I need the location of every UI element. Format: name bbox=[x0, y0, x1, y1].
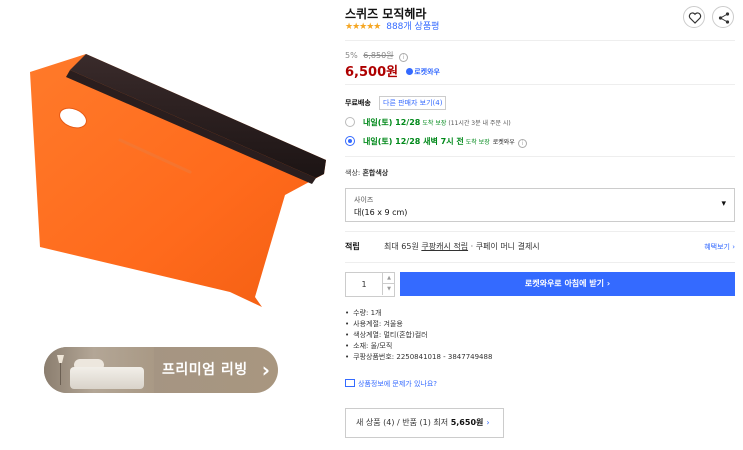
color-row: 색상: 혼합색상 bbox=[345, 168, 388, 178]
arrival-date: 내일(토) 12/28 bbox=[363, 118, 421, 127]
share-button[interactable] bbox=[712, 6, 734, 28]
min-price: 5,650원 bbox=[450, 418, 484, 427]
sale-price: 6,500원 bbox=[345, 65, 399, 80]
arrival-guarantee: 도착 보장 bbox=[465, 139, 490, 146]
radio-button[interactable] bbox=[345, 117, 355, 127]
benefits-link[interactable]: 혜택보기 › bbox=[704, 241, 735, 253]
rating-row[interactable]: ★★★★★ 888개 상품평 bbox=[345, 21, 439, 33]
banner-photo bbox=[44, 347, 154, 393]
delivery-option-1[interactable]: 내일(토) 12/28 도착 보장 (11시간 3분 내 주문 시) bbox=[345, 117, 511, 129]
spec-item: 수량: 1개 bbox=[345, 308, 492, 319]
discount-rate: 5% bbox=[345, 51, 358, 60]
arrival-date: 내일(토) 12/28 새벽 7시 전 bbox=[363, 137, 464, 146]
delivery-option-2[interactable]: 내일(토) 12/28 새벽 7시 전 도착 보장 로켓와우 i bbox=[345, 136, 527, 148]
free-shipping-label: 무료배송 bbox=[345, 99, 371, 107]
lamp-icon bbox=[57, 355, 64, 385]
rocket-icon bbox=[406, 68, 414, 75]
spec-item: 색상계열: 멀티(혼합)컬러 bbox=[345, 330, 492, 341]
original-price: 6,850원 bbox=[363, 51, 394, 60]
star-rating-icon: ★★★★★ bbox=[345, 22, 381, 32]
shipping-row: 무료배송 다른 판매자 보기(4) bbox=[345, 96, 447, 110]
spec-item: 사용계절: 겨울용 bbox=[345, 319, 492, 330]
spec-list: 수량: 1개 사용계절: 겨울용 색상계열: 멀티(혼합)컬러 소재: 울/모직… bbox=[345, 308, 492, 363]
color-value: 혼합색상 bbox=[362, 169, 389, 177]
divider bbox=[345, 231, 735, 232]
spec-item: 쿠팡상품번호: 2250841018 - 3847749488 bbox=[345, 352, 492, 363]
info-icon[interactable]: i bbox=[517, 139, 527, 148]
size-label: 사이즈 bbox=[354, 196, 374, 204]
product-title: 스퀴즈 모직헤라 bbox=[345, 7, 427, 21]
color-label: 색상: bbox=[345, 169, 361, 177]
premium-living-banner[interactable]: 프리미엄 리빙 › bbox=[44, 347, 278, 393]
divider bbox=[345, 262, 735, 263]
reward-label: 적립 bbox=[345, 242, 360, 251]
size-value: 대(16 x 9 cm) bbox=[354, 208, 408, 217]
order-deadline-note: (11시간 3분 내 주문 시) bbox=[448, 120, 511, 127]
reward-amount: 최대 65원 bbox=[384, 242, 419, 251]
reward-row: 적립 최대 65원 쿠팡캐시 적립 · 쿠페이 머니 결제시 혜택보기 › bbox=[345, 241, 735, 253]
size-select[interactable]: 사이즈 대(16 x 9 cm) ▾ bbox=[345, 188, 735, 222]
radio-button-selected[interactable] bbox=[345, 136, 355, 146]
rocket-wow-label: 로켓와우 bbox=[492, 139, 515, 146]
arrival-guarantee: 도착 보장 bbox=[422, 120, 447, 127]
caret-down-icon: ▾ bbox=[721, 199, 726, 209]
increment-icon[interactable]: ▲ bbox=[382, 273, 395, 284]
chevron-right-icon: › bbox=[486, 418, 490, 427]
buy-now-button[interactable]: 로켓와우로 아침에 받기 › bbox=[400, 272, 735, 296]
chevron-right-icon: › bbox=[261, 358, 270, 382]
return-count: 반품 (1) bbox=[402, 418, 431, 427]
quantity-stepper[interactable]: 1 ▲ ▼ bbox=[345, 272, 395, 297]
report-issue-link[interactable]: 상품정보에 문제가 있나요? bbox=[345, 379, 437, 389]
message-icon bbox=[345, 379, 355, 387]
new-count: 새 상품 (4) bbox=[356, 418, 395, 427]
other-offers-button[interactable]: 새 상품 (4) / 반품 (1) 최저 5,650원 › bbox=[345, 408, 504, 438]
min-price-prefix: 최저 bbox=[430, 418, 451, 427]
share-icon bbox=[718, 12, 730, 24]
rocket-badge-label: 로켓와우 bbox=[414, 68, 440, 76]
bed-shape bbox=[70, 367, 144, 389]
spec-item: 소재: 울/모직 bbox=[345, 341, 492, 352]
coupang-cash-link[interactable]: 쿠팡캐시 적립 bbox=[421, 242, 468, 251]
heart-icon bbox=[688, 12, 702, 24]
rocket-wow-badge: 로켓와우 bbox=[406, 67, 440, 77]
banner-label: 프리미엄 리빙 bbox=[162, 362, 248, 378]
product-image[interactable] bbox=[0, 0, 335, 330]
divider bbox=[345, 84, 735, 85]
price-row: 6,500원 로켓와우 bbox=[345, 61, 440, 80]
divider bbox=[345, 40, 735, 41]
other-sellers-button[interactable]: 다른 판매자 보기(4) bbox=[379, 96, 447, 110]
wishlist-button[interactable] bbox=[683, 6, 705, 28]
divider bbox=[345, 156, 735, 157]
reward-text: 최대 65원 쿠팡캐시 적립 · 쿠페이 머니 결제시 bbox=[384, 241, 540, 253]
reward-condition: · 쿠페이 머니 결제시 bbox=[470, 242, 540, 251]
quantity-input[interactable]: 1 bbox=[346, 273, 382, 296]
decrement-icon[interactable]: ▼ bbox=[382, 284, 395, 295]
report-issue-label: 상품정보에 문제가 있나요? bbox=[358, 380, 438, 388]
review-count-link[interactable]: 888개 상품평 bbox=[386, 22, 439, 32]
